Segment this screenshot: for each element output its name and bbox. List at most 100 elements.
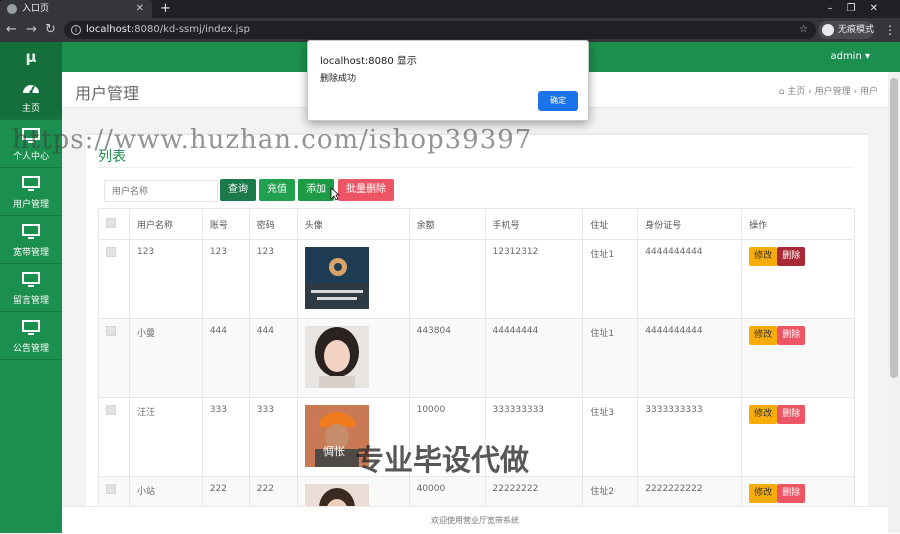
- user-menu[interactable]: admin ▾: [830, 42, 870, 72]
- url-watermark: https://www.huzhan.com/ishop39397: [12, 125, 533, 155]
- monitor-icon: [22, 224, 40, 239]
- incognito-label: 无痕模式: [838, 25, 875, 35]
- edit-button[interactable]: 修改: [749, 326, 778, 345]
- batch-delete-button[interactable]: 批量删除: [338, 179, 394, 201]
- cell-actions: 修改 删除: [741, 239, 855, 319]
- column-header: 操作: [741, 208, 855, 240]
- new-tab-button[interactable]: +: [160, 0, 171, 18]
- breadcrumb: ⌂ 主页 › 用户管理 › 用户: [779, 84, 878, 97]
- scrollbar[interactable]: [888, 72, 900, 533]
- dashboard-icon: [23, 85, 39, 94]
- row-checkbox[interactable]: [106, 326, 116, 336]
- cell-password: 123: [248, 239, 298, 319]
- alert-ok-button[interactable]: 确定: [538, 91, 578, 111]
- caption-text: 惆怅: [323, 444, 345, 458]
- edit-button[interactable]: 修改: [749, 484, 778, 503]
- monitor-icon: [22, 320, 40, 335]
- row-checkbox[interactable]: [106, 484, 116, 494]
- scrollbar-thumb[interactable]: [890, 78, 898, 378]
- select-all-checkbox[interactable]: [106, 217, 116, 228]
- charge-button[interactable]: 充值: [259, 179, 295, 201]
- mouse-cursor-icon: [330, 187, 340, 201]
- page-title: 用户管理: [75, 84, 140, 103]
- close-tab-icon[interactable]: ✕: [136, 0, 144, 18]
- cell-account: 123: [201, 239, 250, 319]
- column-header: 手机号: [484, 208, 584, 240]
- sidebar-item-label: 主页: [21, 104, 40, 114]
- browser-tabbar: 入口页 ✕ + –❐✕: [0, 0, 900, 18]
- home-icon: ⌂: [778, 87, 788, 97]
- edit-button[interactable]: 修改: [749, 405, 778, 424]
- cell-actions: 修改 删除: [741, 397, 855, 477]
- sidebar-item-messages[interactable]: 留言管理: [0, 264, 62, 312]
- window-controls[interactable]: –❐✕: [828, 0, 892, 18]
- add-button[interactable]: 添加: [298, 179, 334, 201]
- browser-tab[interactable]: 入口页 ✕: [0, 0, 152, 18]
- incognito-icon: [822, 24, 834, 36]
- sidebar-item-home[interactable]: 主页: [0, 72, 62, 120]
- row-checkbox[interactable]: [106, 405, 116, 415]
- column-header: 住址: [582, 208, 639, 240]
- cell-password: 444: [248, 318, 298, 398]
- globe-icon: [7, 4, 17, 14]
- column-header: 头像: [296, 208, 410, 240]
- column-header: 用户名称: [128, 208, 203, 240]
- cell-address: 住址1: [582, 318, 639, 398]
- info-icon[interactable]: i: [71, 25, 81, 35]
- cell-address: 住址1: [582, 239, 639, 319]
- sidebar-item-label: 留言管理: [12, 296, 49, 306]
- row-checkbox[interactable]: [106, 247, 116, 257]
- delete-button[interactable]: 删除: [777, 405, 806, 424]
- select-all-cell: [98, 208, 130, 240]
- breadcrumb-home[interactable]: 主页: [787, 87, 805, 97]
- search-input[interactable]: [104, 180, 218, 202]
- alert-dialog: localhost:8080 显示 删除成功 确定: [307, 40, 589, 121]
- cell-balance: [408, 239, 486, 319]
- footer: 欢迎使用营业厅宽带系统: [62, 506, 888, 533]
- alert-message: 删除成功: [320, 74, 357, 84]
- address-bar[interactable]: i localhost:8080/kd-ssmj/index.jsp ☆: [64, 21, 816, 39]
- sidebar-item-label: 公告管理: [12, 344, 49, 354]
- column-header: 余额: [408, 208, 486, 240]
- brand-logo[interactable]: μ: [0, 42, 62, 72]
- cell-name: 小曼: [128, 318, 203, 398]
- delete-button[interactable]: 删除: [777, 326, 806, 345]
- sidebar-item-notices[interactable]: 公告管理: [0, 312, 62, 360]
- sidebar-item-broadband[interactable]: 宽带管理: [0, 216, 62, 264]
- forward-icon[interactable]: →: [26, 18, 37, 42]
- column-header: 账号: [201, 208, 250, 240]
- sidebar-item-label: 用户管理: [12, 200, 49, 210]
- breadcrumb-users[interactable]: 用户管理: [815, 87, 851, 97]
- bookmark-star-icon[interactable]: ☆: [799, 21, 808, 39]
- cell-name: 汪汪: [128, 397, 203, 477]
- sidebar-item-users[interactable]: 用户管理: [0, 168, 62, 216]
- cell-idcard: 4444444444: [637, 318, 743, 398]
- cell-idcard: 3333333333: [637, 397, 743, 477]
- reload-icon[interactable]: ↻: [45, 18, 56, 42]
- edit-button[interactable]: 修改: [749, 247, 778, 266]
- table-row: 小曼 444 444 443804 44444444 住址1 444444444…: [98, 318, 855, 398]
- query-button[interactable]: 查询: [220, 179, 256, 201]
- sidebar-item-label: 宽带管理: [12, 248, 49, 258]
- cell-account: 444: [201, 318, 250, 398]
- cell-phone: 44444444: [484, 318, 584, 398]
- avatar-image: [304, 247, 369, 309]
- delete-button[interactable]: 删除: [777, 484, 806, 503]
- incognito-badge[interactable]: 无痕模式: [818, 21, 874, 39]
- breadcrumb-current: 用户: [859, 87, 878, 97]
- divider: [98, 167, 854, 168]
- monitor-icon: [22, 176, 40, 191]
- column-header: 身份证号: [637, 208, 743, 240]
- browser-menu-icon[interactable]: ⋮: [884, 18, 896, 42]
- browser-toolbar: ← → ↻ i localhost:8080/kd-ssmj/index.jsp…: [0, 18, 900, 42]
- cell-name: 123: [128, 239, 203, 319]
- table-header-row: 用户名称 账号 密码 头像 余额 手机号 住址 身份证号 操作: [98, 208, 855, 240]
- cell-idcard: 4444444444: [637, 239, 743, 319]
- back-icon[interactable]: ←: [6, 18, 17, 42]
- cell-password: 333: [248, 397, 298, 477]
- cell-account: 333: [201, 397, 250, 477]
- delete-button[interactable]: 删除: [777, 247, 806, 266]
- column-header: 密码: [248, 208, 298, 240]
- cell-actions: 修改 删除: [741, 318, 855, 398]
- monitor-icon: [22, 272, 40, 287]
